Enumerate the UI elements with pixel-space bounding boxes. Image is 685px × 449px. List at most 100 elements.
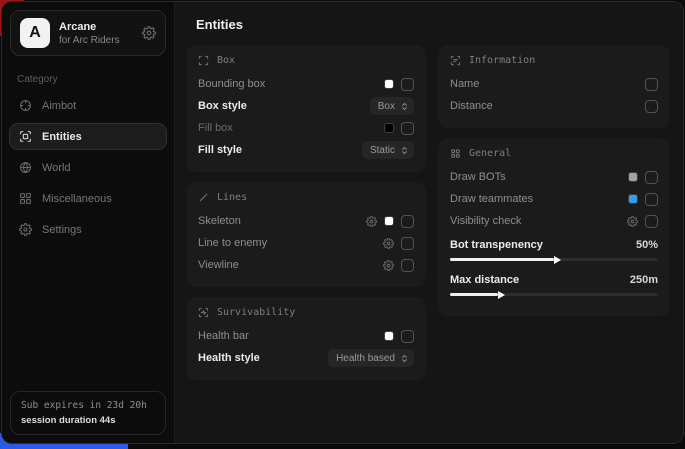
panel-columns: Box Bounding box Box style Box [186, 45, 670, 380]
max-distance-slider-block: Max distance 250m [450, 270, 658, 296]
sidebar-item-label: Settings [42, 224, 82, 236]
row-bounding-box: Bounding box [198, 73, 414, 95]
row-label: Bounding box [198, 78, 265, 90]
slash-line-icon [198, 192, 209, 203]
panel-title: Information [469, 55, 535, 66]
sidebar-item-label: Aimbot [42, 100, 76, 112]
slider-value: 250m [630, 274, 658, 286]
layout-grid-icon [450, 148, 461, 159]
scan-brackets-icon [198, 55, 209, 66]
grid-icon [19, 192, 32, 205]
panel-title: General [469, 148, 511, 159]
fill-box-checkbox[interactable] [401, 122, 414, 135]
panel-lines-header: Lines [198, 192, 414, 203]
sidebar-item-aimbot[interactable]: Aimbot [9, 92, 167, 119]
panel-title: Lines [217, 192, 247, 203]
row-label: Draw BOTs [450, 171, 506, 183]
slider-fill [450, 293, 498, 296]
panel-information: Information Name Distance [438, 45, 670, 128]
bot-transparency-slider-block: Bot transpenency 50% [450, 235, 658, 261]
gear-icon[interactable] [383, 260, 394, 271]
panel-title: Survivability [217, 307, 295, 318]
chevrons-up-down-icon [400, 146, 409, 155]
row-label: Draw teammates [450, 193, 533, 205]
sidebar: A Arcane for Arc Riders Category Aimbot [2, 2, 175, 443]
logo-card: A Arcane for Arc Riders [10, 10, 166, 56]
slider-label: Bot transpenency [450, 239, 543, 251]
draw-teammates-checkbox[interactable] [645, 193, 658, 206]
row-label: Viewline [198, 259, 239, 271]
row-name: Name [450, 73, 658, 95]
app-title: Arcane [59, 21, 120, 33]
gear-icon[interactable] [383, 238, 394, 249]
session-duration-text: session duration 44s [21, 415, 155, 426]
row-line-to-enemy: Line to enemy [198, 232, 414, 254]
name-checkbox[interactable] [645, 78, 658, 91]
panel-title: Box [217, 55, 235, 66]
gear-icon[interactable] [366, 216, 377, 227]
sidebar-item-label: Entities [42, 131, 82, 143]
viewline-checkbox[interactable] [401, 259, 414, 272]
health-bar-checkbox[interactable] [401, 330, 414, 343]
panel-general: General Draw BOTs Draw teammates [438, 138, 670, 316]
slider-label: Max distance [450, 274, 519, 286]
row-draw-bots: Draw BOTs [450, 166, 658, 188]
sidebar-item-world[interactable]: World [9, 154, 167, 181]
category-label: Category [2, 64, 174, 90]
row-skeleton: Skeleton [198, 210, 414, 232]
line-to-enemy-checkbox[interactable] [401, 237, 414, 250]
row-viewline: Viewline [198, 254, 414, 276]
distance-checkbox[interactable] [645, 100, 658, 113]
panel-lines: Lines Skeleton Line to enemy [186, 182, 426, 287]
info-brackets-icon [450, 55, 461, 66]
panel-survivability: Survivability Health bar Health style [186, 297, 426, 380]
color-swatch[interactable] [384, 79, 394, 89]
app-window: A Arcane for Arc Riders Category Aimbot [1, 1, 684, 444]
app-logo: A [20, 18, 50, 48]
row-draw-teammates: Draw teammates [450, 188, 658, 210]
bounding-box-checkbox[interactable] [401, 78, 414, 91]
row-distance: Distance [450, 95, 658, 117]
row-box-style: Box style Box [198, 95, 414, 117]
max-distance-slider[interactable] [450, 293, 658, 296]
color-swatch[interactable] [628, 194, 638, 204]
scan-icon [19, 130, 32, 143]
sidebar-item-label: World [42, 162, 71, 174]
row-label: Line to enemy [198, 237, 267, 249]
row-label: Fill box [198, 122, 233, 134]
row-fill-style: Fill style Static [198, 139, 414, 161]
app-subtitle: for Arc Riders [59, 35, 120, 46]
row-label: Distance [450, 100, 493, 112]
left-column: Box Bounding box Box style Box [186, 45, 426, 380]
gear-icon[interactable] [627, 216, 638, 227]
color-swatch[interactable] [384, 216, 394, 226]
color-swatch[interactable] [628, 172, 638, 182]
health-style-dropdown[interactable]: Health based [328, 349, 414, 367]
row-label: Health style [198, 352, 260, 364]
panel-survivability-header: Survivability [198, 307, 414, 318]
sidebar-item-entities[interactable]: Entities [9, 123, 167, 150]
sidebar-item-miscellaneous[interactable]: Miscellaneous [9, 185, 167, 212]
panel-box-header: Box [198, 55, 414, 66]
visibility-check-checkbox[interactable] [645, 215, 658, 228]
skeleton-checkbox[interactable] [401, 215, 414, 228]
fill-style-dropdown[interactable]: Static [362, 141, 414, 159]
color-swatch[interactable] [384, 123, 394, 133]
slider-value: 50% [636, 239, 658, 251]
bot-transparency-slider[interactable] [450, 258, 658, 261]
panel-general-header: General [450, 148, 658, 159]
gear-icon [19, 223, 32, 236]
sidebar-nav: Aimbot Entities World Miscellaneous [2, 90, 174, 245]
dropdown-value: Health based [336, 353, 395, 364]
row-visibility-check: Visibility check [450, 210, 658, 232]
pulse-brackets-icon [198, 307, 209, 318]
draw-bots-checkbox[interactable] [645, 171, 658, 184]
sidebar-item-settings[interactable]: Settings [9, 216, 167, 243]
page-title: Entities [186, 15, 670, 45]
color-swatch[interactable] [384, 331, 394, 341]
panel-box: Box Bounding box Box style Box [186, 45, 426, 172]
chevrons-up-down-icon [400, 354, 409, 363]
box-style-dropdown[interactable]: Box [370, 97, 414, 115]
settings-gear-icon[interactable] [142, 26, 156, 40]
row-label: Skeleton [198, 215, 241, 227]
